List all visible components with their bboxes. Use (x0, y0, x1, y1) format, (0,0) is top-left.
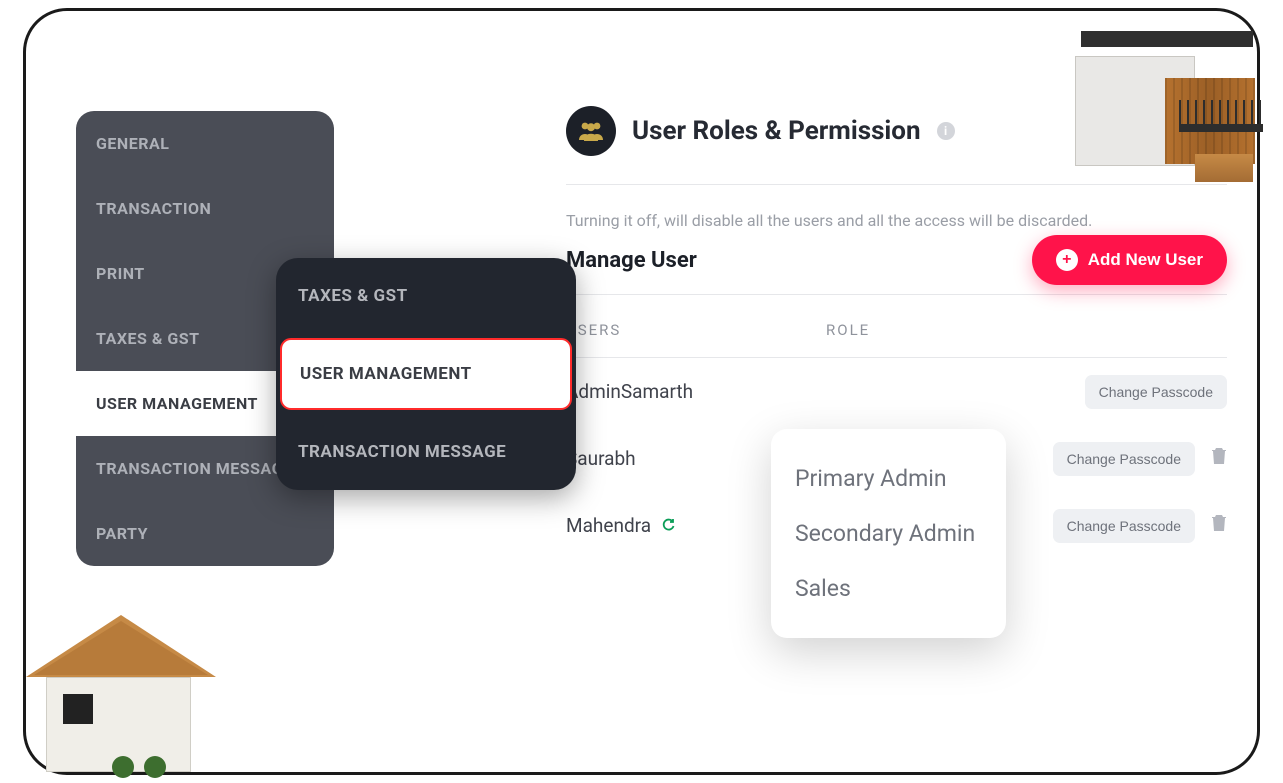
sidebar-item-general[interactable]: GENERAL (76, 111, 334, 176)
role-option-sales[interactable]: Sales (795, 561, 982, 616)
column-header-role: ROLE (826, 321, 1227, 339)
delete-icon[interactable] (1211, 514, 1227, 537)
sidebar-item-label: USER MANAGEMENT (96, 394, 258, 413)
decorative-house-image (1067, 1, 1267, 186)
submenu-item-label: TRANSACTION MESSAGE (298, 442, 506, 462)
user-name: AdminSamarth (566, 380, 826, 403)
sidebar-item-label: PARTY (96, 524, 148, 543)
users-icon (566, 106, 616, 156)
section-title: User Roles & Permission (632, 116, 921, 146)
sidebar-item-label: TRANSACTION (96, 199, 211, 218)
user-row: AdminSamarth Change Passcode (566, 358, 1227, 425)
user-actions: Change Passcode (1053, 442, 1227, 476)
add-new-user-button[interactable]: + Add New User (1032, 235, 1227, 285)
user-actions: Change Passcode (1085, 375, 1227, 409)
sync-icon (661, 517, 675, 535)
sidebar-item-label: TRANSACTION MESSAGE (96, 459, 293, 478)
submenu-item-label: USER MANAGEMENT (300, 364, 472, 384)
change-passcode-button[interactable]: Change Passcode (1053, 509, 1195, 543)
change-passcode-button[interactable]: Change Passcode (1053, 442, 1195, 476)
user-table-header: USERS ROLE (566, 285, 1227, 358)
main-frame: GENERAL TRANSACTION PRINT TAXES & GST US… (23, 8, 1260, 775)
manage-user-title: Manage User (566, 248, 697, 273)
delete-icon[interactable] (1211, 447, 1227, 470)
submenu-item-label: TAXES & GST (298, 286, 408, 306)
info-icon[interactable]: i (937, 122, 955, 140)
sidebar-item-transaction[interactable]: TRANSACTION (76, 176, 334, 241)
change-passcode-button[interactable]: Change Passcode (1085, 375, 1227, 409)
sidebar-item-party[interactable]: PARTY (76, 501, 334, 566)
submenu-item-taxes-gst[interactable]: TAXES & GST (276, 258, 576, 334)
sidebar-item-label: GENERAL (96, 134, 169, 153)
role-option-secondary-admin[interactable]: Secondary Admin (795, 506, 982, 561)
plus-icon: + (1056, 249, 1078, 271)
role-dropdown: Primary Admin Secondary Admin Sales (771, 429, 1006, 638)
sidebar-item-label: PRINT (96, 264, 145, 283)
decorative-house-image (16, 592, 221, 782)
submenu-item-user-management[interactable]: USER MANAGEMENT (280, 338, 572, 410)
settings-submenu: TAXES & GST USER MANAGEMENT TRANSACTION … (276, 258, 576, 490)
user-actions: Change Passcode (1053, 509, 1227, 543)
submenu-item-transaction-message[interactable]: TRANSACTION MESSAGE (276, 414, 576, 490)
role-option-primary-admin[interactable]: Primary Admin (795, 451, 982, 506)
sidebar-item-label: TAXES & GST (96, 329, 200, 348)
add-user-label: Add New User (1088, 250, 1203, 270)
manage-user-header: Manage User + Add New User (566, 231, 1227, 285)
column-header-users: USERS (566, 321, 826, 339)
